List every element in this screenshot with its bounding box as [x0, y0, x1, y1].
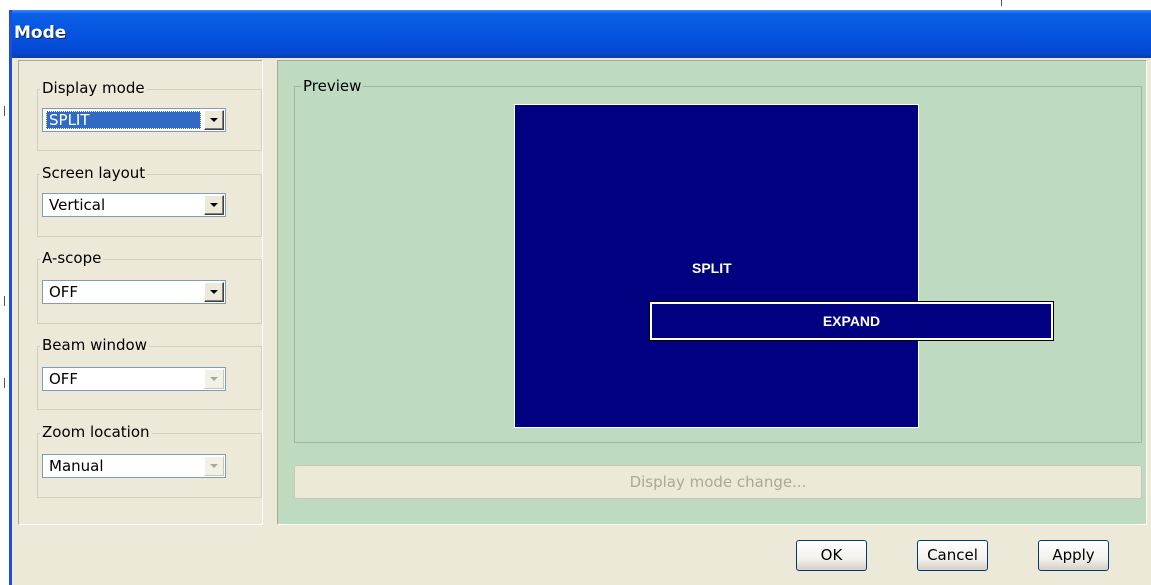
preview-panel: Preview SPLIT EXPAND Display mode change… — [277, 60, 1147, 525]
cancel-button[interactable]: Cancel — [917, 540, 988, 571]
mode-dialog: Mode Display mode SPLIT Screen layout Ve… — [9, 10, 1151, 585]
preview-screen: SPLIT — [514, 104, 919, 428]
beam-window-dropdown-button[interactable] — [204, 369, 224, 389]
display-mode-label: Display mode — [40, 79, 147, 97]
beam-window-value: OFF — [49, 370, 79, 388]
a-scope-group: A-scope OFF — [37, 249, 262, 324]
a-scope-value: OFF — [49, 283, 79, 301]
settings-panel: Display mode SPLIT Screen layout Vertica… — [18, 60, 263, 525]
ok-button[interactable]: OK — [796, 540, 867, 571]
preview-label: Preview — [301, 77, 364, 95]
apply-button[interactable]: Apply — [1038, 540, 1109, 571]
chevron-down-icon — [210, 203, 218, 207]
zoom-location-value: Manual — [49, 457, 104, 475]
preview-group: Preview SPLIT EXPAND — [294, 77, 1142, 443]
display-mode-value: SPLIT — [46, 111, 201, 129]
edge-mark — [4, 378, 5, 388]
screen-layout-label: Screen layout — [40, 164, 148, 182]
beam-window-group: Beam window OFF — [37, 336, 262, 410]
display-mode-dropdown-button[interactable] — [204, 110, 224, 130]
chevron-down-icon — [210, 464, 218, 468]
expand-label: EXPAND — [822, 313, 881, 329]
chevron-down-icon — [210, 377, 218, 381]
expand-window: EXPAND — [650, 302, 1053, 340]
chevron-down-icon — [210, 290, 218, 294]
zoom-location-dropdown-button[interactable] — [204, 456, 224, 476]
zoom-location-label: Zoom location — [40, 423, 152, 441]
zoom-location-group: Zoom location Manual — [37, 423, 262, 498]
beam-window-label: Beam window — [40, 336, 149, 354]
screen-layout-value: Vertical — [49, 196, 106, 214]
screen-layout-group: Screen layout Vertical — [37, 164, 262, 237]
edge-mark — [4, 296, 5, 306]
a-scope-select[interactable]: OFF — [42, 280, 226, 304]
zoom-location-select[interactable]: Manual — [42, 454, 226, 478]
split-label: SPLIT — [692, 260, 732, 276]
a-scope-dropdown-button[interactable] — [204, 282, 224, 302]
screen-layout-select[interactable]: Vertical — [42, 193, 226, 217]
edge-mark — [4, 106, 5, 116]
display-mode-change-button[interactable]: Display mode change... — [294, 465, 1142, 499]
chevron-down-icon — [210, 118, 218, 122]
title-bar[interactable]: Mode — [12, 10, 1151, 58]
window-title: Mode — [14, 23, 67, 43]
display-mode-select[interactable]: SPLIT — [42, 108, 226, 132]
display-mode-group: Display mode SPLIT — [37, 79, 262, 151]
a-scope-label: A-scope — [40, 249, 104, 267]
screen-layout-dropdown-button[interactable] — [204, 195, 224, 215]
beam-window-select[interactable]: OFF — [42, 367, 226, 391]
edge-mark — [1001, 0, 1002, 6]
